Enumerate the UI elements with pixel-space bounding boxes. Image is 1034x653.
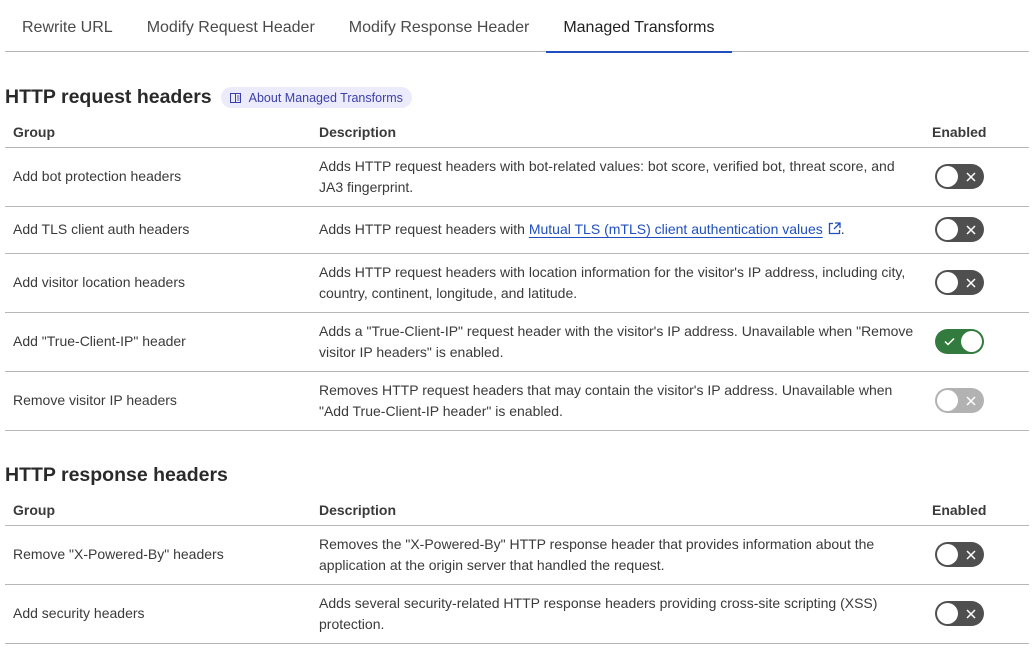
external-link-icon[interactable] xyxy=(828,220,841,241)
column-header-description: Description xyxy=(312,496,926,526)
group-name: Remove "X-Powered-By" headers xyxy=(5,525,312,585)
table-row: Add visitor location headers Adds HTTP r… xyxy=(5,253,1029,313)
tab-modify-request-header[interactable]: Modify Request Header xyxy=(130,0,332,52)
column-header-enabled: Enabled xyxy=(926,118,1029,148)
request-headers-table: Group Description Enabled Add bot protec… xyxy=(5,118,1029,431)
group-name: Add bot protection headers xyxy=(5,147,312,207)
book-icon xyxy=(229,92,241,103)
column-header-group: Group xyxy=(5,496,312,526)
group-description: Adds HTTP request headers with bot-relat… xyxy=(312,147,926,207)
description-suffix: . xyxy=(840,220,845,237)
mtls-docs-link[interactable]: Mutual TLS (mTLS) client authentication … xyxy=(529,221,823,237)
toggle-remove-visitor-ip-headers[interactable] xyxy=(935,388,984,413)
table-row: Remove "X-Powered-By" headers Removes th… xyxy=(5,525,1029,585)
toggle-knob xyxy=(937,166,958,187)
toggle-knob xyxy=(937,603,958,624)
toggle-bot-protection-headers[interactable] xyxy=(935,164,984,189)
tab-modify-response-header[interactable]: Modify Response Header xyxy=(332,0,547,52)
x-icon xyxy=(962,164,980,189)
table-row: Remove visitor IP headers Removes HTTP r… xyxy=(5,371,1029,431)
group-description: Removes the "X-Powered-By" HTTP response… xyxy=(312,525,926,585)
table-row: Add "True-Client-IP" header Adds a "True… xyxy=(5,312,1029,372)
toggle-remove-x-powered-by-headers[interactable] xyxy=(935,542,984,567)
group-name: Add security headers xyxy=(5,584,312,644)
group-description: Removes HTTP request headers that may co… xyxy=(312,371,926,431)
toggle-true-client-ip-header[interactable] xyxy=(935,329,984,354)
group-description: Adds several security-related HTTP respo… xyxy=(312,584,926,644)
response-section-heading: HTTP response headers xyxy=(5,464,228,487)
column-header-description: Description xyxy=(312,118,926,148)
table-row: Add TLS client auth headers Adds HTTP re… xyxy=(5,206,1029,254)
request-section-heading: HTTP request headers About Managed Trans… xyxy=(5,86,412,109)
about-managed-transforms-link[interactable]: About Managed Transforms xyxy=(220,87,412,108)
table-row: Add security headers Adds several securi… xyxy=(5,584,1029,644)
x-icon xyxy=(962,601,980,626)
group-name: Remove visitor IP headers xyxy=(5,371,312,431)
response-headers-table: Group Description Enabled Remove "X-Powe… xyxy=(5,496,1029,644)
column-header-enabled: Enabled xyxy=(926,496,1029,526)
group-description: Adds HTTP request headers with location … xyxy=(312,253,926,313)
toggle-knob xyxy=(937,272,958,293)
group-description: Adds HTTP request headers with Mutual TL… xyxy=(312,206,926,254)
request-section-title: HTTP request headers xyxy=(5,86,212,108)
tab-rewrite-url[interactable]: Rewrite URL xyxy=(5,0,130,52)
group-name: Add "True-Client-IP" header xyxy=(5,312,312,372)
x-icon xyxy=(962,270,980,295)
tab-managed-transforms[interactable]: Managed Transforms xyxy=(546,0,732,53)
table-row: Add bot protection headers Adds HTTP req… xyxy=(5,147,1029,207)
toggle-visitor-location-headers[interactable] xyxy=(935,270,984,295)
group-description: Adds a "True-Client-IP" request header w… xyxy=(312,312,926,372)
toggle-security-headers[interactable] xyxy=(935,601,984,626)
response-section-title: HTTP response headers xyxy=(5,464,228,486)
group-name: Add visitor location headers xyxy=(5,253,312,313)
toggle-knob xyxy=(961,331,982,352)
table-header-row: Group Description Enabled xyxy=(5,118,1029,148)
x-icon xyxy=(962,388,980,413)
column-header-group: Group xyxy=(5,118,312,148)
tab-bar: Rewrite URL Modify Request Header Modify… xyxy=(5,0,1029,53)
toggle-tls-client-auth-headers[interactable] xyxy=(935,217,984,242)
table-header-row: Group Description Enabled xyxy=(5,496,1029,526)
check-icon xyxy=(940,329,958,354)
about-link-label: About Managed Transforms xyxy=(248,90,403,105)
description-text: Adds HTTP request headers with xyxy=(319,220,529,237)
toggle-knob xyxy=(937,544,958,565)
group-name: Add TLS client auth headers xyxy=(5,206,312,254)
x-icon xyxy=(962,542,980,567)
toggle-knob xyxy=(937,219,958,240)
x-icon xyxy=(962,217,980,242)
toggle-knob xyxy=(937,390,958,411)
